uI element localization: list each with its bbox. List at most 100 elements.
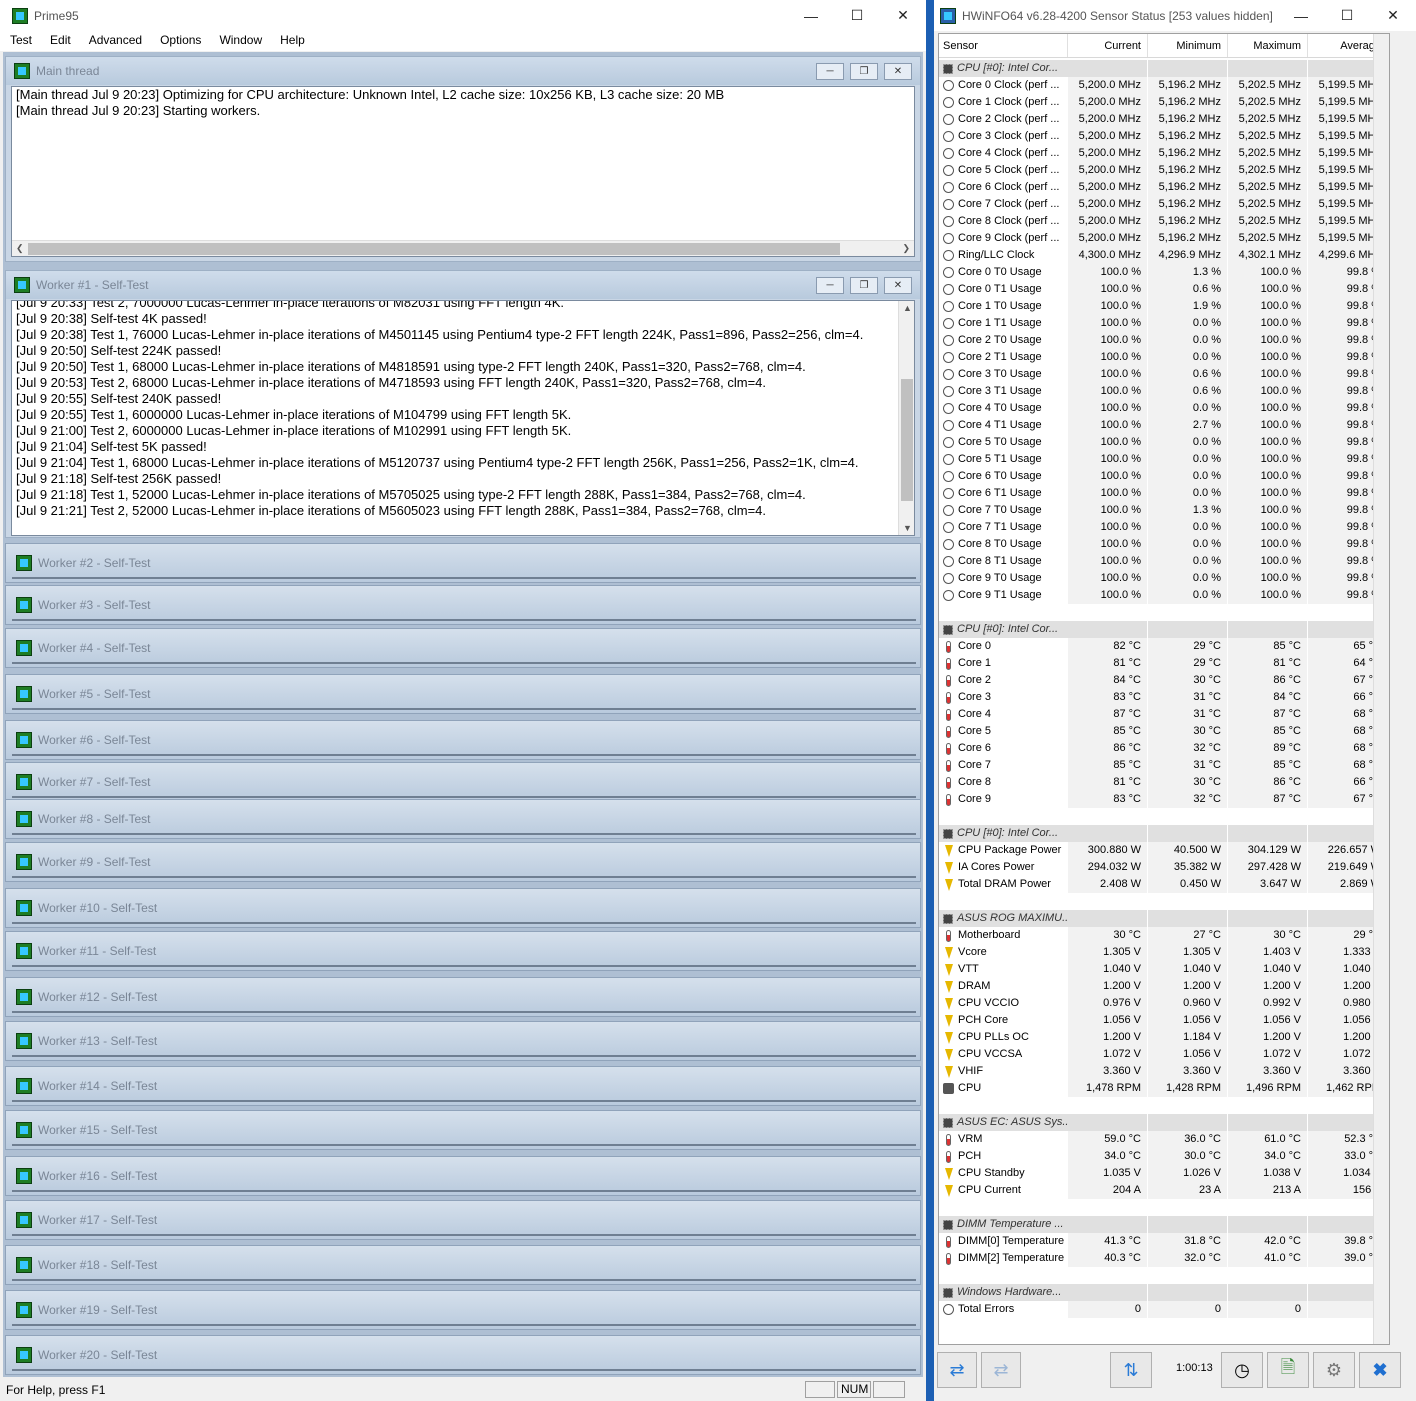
sensor-row[interactable]: Core 5 T0 Usage 100.0 % 0.0 % 100.0 % 99.8 % bbox=[939, 434, 1389, 451]
sensor-row[interactable]: Core 8 T0 Usage 100.0 % 0.0 % 100.0 % 99.8 % bbox=[939, 536, 1389, 553]
nav-arrows-disabled-icon[interactable]: ⇄ bbox=[981, 1352, 1021, 1388]
worker-7-bar[interactable]: Worker #7 - Self-Test bbox=[5, 762, 921, 802]
col-sensor[interactable]: Sensor bbox=[939, 34, 1068, 57]
sensor-row[interactable]: Core 1 T1 Usage 100.0 % 0.0 % 100.0 % 99.8 % bbox=[939, 315, 1389, 332]
sensor-row[interactable]: Ring/LLC Clock 4,300.0 MHz 4,296.9 MHz 4,30… bbox=[939, 247, 1389, 264]
sensor-row[interactable]: Core 0 82 °C 29 °C 85 °C 65 °C bbox=[939, 638, 1389, 655]
col-minimum[interactable]: Minimum bbox=[1148, 34, 1228, 57]
sensor-row[interactable]: DIMM[2] Temperature 40.3 °C 32.0 °C 41.0 °C… bbox=[939, 1250, 1389, 1267]
worker-14-bar[interactable]: Worker #14 - Self-Test bbox=[5, 1066, 921, 1106]
sensor-row[interactable]: CPU PLLs OC 1.200 V 1.184 V 1.200 V 1.200 V bbox=[939, 1029, 1389, 1046]
sensor-row[interactable]: Core 3 T1 Usage 100.0 % 0.6 % 100.0 % 99.8 % bbox=[939, 383, 1389, 400]
sensor-row[interactable]: CPU Current 204 A 23 A 213 A 156 A bbox=[939, 1182, 1389, 1199]
worker-6-bar[interactable]: Worker #6 - Self-Test bbox=[5, 720, 921, 760]
sensor-row[interactable]: Core 7 T0 Usage 100.0 % 1.3 % 100.0 % 99.8 % bbox=[939, 502, 1389, 519]
minimize-button[interactable]: — bbox=[1278, 0, 1324, 31]
vertical-scrollbar[interactable] bbox=[1373, 34, 1389, 1344]
worker-15-bar[interactable]: Worker #15 - Self-Test bbox=[5, 1110, 921, 1150]
maximize-button[interactable]: ☐ bbox=[1324, 0, 1370, 31]
close-button[interactable]: ✕ bbox=[880, 0, 926, 31]
sensor-row[interactable]: Core 8 T1 Usage 100.0 % 0.0 % 100.0 % 99.8 % bbox=[939, 553, 1389, 570]
sensor-row[interactable]: Core 1 81 °C 29 °C 81 °C 64 °C bbox=[939, 655, 1389, 672]
sensor-row[interactable]: Core 5 Clock (perf ... 5,200.0 MHz 5,196.2… bbox=[939, 162, 1389, 179]
menu-window[interactable]: Window bbox=[209, 31, 270, 51]
worker-17-bar[interactable]: Worker #17 - Self-Test bbox=[5, 1200, 921, 1240]
sensor-row[interactable]: Core 3 Clock (perf ... 5,200.0 MHz 5,196.2… bbox=[939, 128, 1389, 145]
sensor-row[interactable]: Core 5 T1 Usage 100.0 % 0.0 % 100.0 % 99.8 % bbox=[939, 451, 1389, 468]
scroll-left-icon[interactable]: ❮ bbox=[16, 243, 24, 254]
settings-gear-icon[interactable]: ⚙ bbox=[1313, 1352, 1355, 1388]
minimize-button[interactable]: — bbox=[788, 0, 834, 31]
child-close-button[interactable]: ✕ bbox=[884, 62, 912, 80]
worker-10-bar[interactable]: Worker #10 - Self-Test bbox=[5, 888, 921, 928]
sensor-row[interactable]: Core 7 Clock (perf ... 5,200.0 MHz 5,196.2… bbox=[939, 196, 1389, 213]
sensor-row[interactable]: Total DRAM Power 2.408 W 0.450 W 3.647 W 2.8… bbox=[939, 876, 1389, 893]
nav-arrows-icon[interactable]: ⇄ bbox=[937, 1352, 977, 1388]
network-icon[interactable]: ⇅ bbox=[1110, 1352, 1152, 1388]
menu-help[interactable]: Help bbox=[270, 31, 313, 51]
worker-11-bar[interactable]: Worker #11 - Self-Test bbox=[5, 931, 921, 971]
sensor-row[interactable]: Core 2 84 °C 30 °C 86 °C 67 °C bbox=[939, 672, 1389, 689]
sensor-row[interactable]: Core 4 87 °C 31 °C 87 °C 68 °C bbox=[939, 706, 1389, 723]
sensor-row[interactable]: Core 0 Clock (perf ... 5,200.0 MHz 5,196.2… bbox=[939, 77, 1389, 94]
menu-advanced[interactable]: Advanced bbox=[79, 31, 150, 51]
sensor-row[interactable]: Core 4 Clock (perf ... 5,200.0 MHz 5,196.2… bbox=[939, 145, 1389, 162]
vertical-scrollbar[interactable]: ▲ ▼ bbox=[898, 301, 914, 535]
sensor-group-row[interactable]: CPU [#0]: Intel Cor... bbox=[939, 825, 1389, 842]
sensor-row[interactable]: Core 5 85 °C 30 °C 85 °C 68 °C bbox=[939, 723, 1389, 740]
sensor-row[interactable]: Core 0 T0 Usage 100.0 % 1.3 % 100.0 % 99.8 % bbox=[939, 264, 1389, 281]
worker-4-bar[interactable]: Worker #4 - Self-Test bbox=[5, 628, 921, 668]
sensor-group-row[interactable]: CPU [#0]: Intel Cor... bbox=[939, 60, 1389, 77]
sensor-group-row[interactable]: DIMM Temperature ... bbox=[939, 1216, 1389, 1233]
prime95-titlebar[interactable]: Prime95 — ☐ ✕ bbox=[0, 0, 926, 31]
sensor-row[interactable]: Core 6 T0 Usage 100.0 % 0.0 % 100.0 % 99.8 % bbox=[939, 468, 1389, 485]
main-thread-titlebar[interactable]: Main thread ─ ❐ ✕ bbox=[6, 57, 920, 85]
sensor-row[interactable]: Core 1 T0 Usage 100.0 % 1.9 % 100.0 % 99.8 % bbox=[939, 298, 1389, 315]
sensor-row[interactable]: Core 8 Clock (perf ... 5,200.0 MHz 5,196.2… bbox=[939, 213, 1389, 230]
sensor-row[interactable]: Core 2 T0 Usage 100.0 % 0.0 % 100.0 % 99.8 % bbox=[939, 332, 1389, 349]
col-maximum[interactable]: Maximum bbox=[1228, 34, 1308, 57]
sensor-row[interactable]: Core 2 T1 Usage 100.0 % 0.0 % 100.0 % 99.8 % bbox=[939, 349, 1389, 366]
scroll-thumb[interactable] bbox=[901, 379, 913, 501]
horizontal-scrollbar[interactable]: ❮ ❯ bbox=[12, 240, 914, 256]
menu-test[interactable]: Test bbox=[0, 31, 40, 51]
worker-8-bar[interactable]: Worker #8 - Self-Test bbox=[5, 799, 921, 839]
sensor-row[interactable]: Core 9 T0 Usage 100.0 % 0.0 % 100.0 % 99.8 % bbox=[939, 570, 1389, 587]
worker-5-bar[interactable]: Worker #5 - Self-Test bbox=[5, 674, 921, 714]
close-button[interactable]: ✕ bbox=[1370, 0, 1416, 31]
worker-13-bar[interactable]: Worker #13 - Self-Test bbox=[5, 1021, 921, 1061]
scroll-down-icon[interactable]: ▼ bbox=[903, 523, 912, 533]
sensor-row[interactable]: Core 6 Clock (perf ... 5,200.0 MHz 5,196.2… bbox=[939, 179, 1389, 196]
sensor-row[interactable]: Core 9 Clock (perf ... 5,200.0 MHz 5,196.2… bbox=[939, 230, 1389, 247]
worker-20-bar[interactable]: Worker #20 - Self-Test bbox=[5, 1335, 921, 1375]
sensor-row[interactable]: Core 8 81 °C 30 °C 86 °C 66 °C bbox=[939, 774, 1389, 791]
menu-options[interactable]: Options bbox=[150, 31, 209, 51]
worker1-titlebar[interactable]: Worker #1 - Self-Test ─ ❐ ✕ bbox=[6, 271, 920, 299]
sensor-group-row[interactable]: CPU [#0]: Intel Cor... bbox=[939, 621, 1389, 638]
worker-3-bar[interactable]: Worker #3 - Self-Test bbox=[5, 585, 921, 625]
col-current[interactable]: Current bbox=[1068, 34, 1148, 57]
sensor-row[interactable]: CPU Package Power 300.880 W 40.500 W 304.12… bbox=[939, 842, 1389, 859]
sensor-row[interactable]: Core 6 T1 Usage 100.0 % 0.0 % 100.0 % 99.8 % bbox=[939, 485, 1389, 502]
scroll-up-icon[interactable]: ▲ bbox=[903, 303, 912, 313]
worker-9-bar[interactable]: Worker #9 - Self-Test bbox=[5, 842, 921, 882]
sensor-row[interactable]: Vcore 1.305 V 1.305 V 1.403 V 1.333 V bbox=[939, 944, 1389, 961]
sensor-table[interactable]: Sensor Current Minimum Maximum Average C… bbox=[938, 33, 1390, 1345]
sensor-row[interactable]: CPU Standby 1.035 V 1.026 V 1.038 V 1.034 V bbox=[939, 1165, 1389, 1182]
sensor-row[interactable]: Core 3 T0 Usage 100.0 % 0.6 % 100.0 % 99.8 % bbox=[939, 366, 1389, 383]
sensor-row[interactable]: VTT 1.040 V 1.040 V 1.040 V 1.040 V bbox=[939, 961, 1389, 978]
worker1-log[interactable]: [Jul 9 20:33] Test 2, 7000000 Lucas-Lehm… bbox=[11, 300, 915, 536]
sensor-row[interactable]: CPU VCCSA 1.072 V 1.056 V 1.072 V 1.072 V bbox=[939, 1046, 1389, 1063]
clock-icon[interactable]: ◷ bbox=[1221, 1352, 1263, 1388]
scroll-thumb[interactable] bbox=[28, 243, 840, 255]
worker-16-bar[interactable]: Worker #16 - Self-Test bbox=[5, 1156, 921, 1196]
sensor-row[interactable]: CPU 1,478 RPM 1,428 RPM 1,496 RPM 1,462 RPM bbox=[939, 1080, 1389, 1097]
maximize-button[interactable]: ☐ bbox=[834, 0, 880, 31]
child-close-button[interactable]: ✕ bbox=[884, 276, 912, 294]
sensor-row[interactable]: DIMM[0] Temperature 41.3 °C 31.8 °C 42.0 °C… bbox=[939, 1233, 1389, 1250]
sensor-row[interactable]: IA Cores Power 294.032 W 35.382 W 297.428 W… bbox=[939, 859, 1389, 876]
menu-edit[interactable]: Edit bbox=[40, 31, 79, 51]
main-thread-log[interactable]: [Main thread Jul 9 20:23] Optimizing for… bbox=[11, 86, 915, 257]
sensor-row[interactable]: Total Errors 0 0 0 bbox=[939, 1301, 1389, 1318]
sensor-row[interactable]: Core 3 83 °C 31 °C 84 °C 66 °C bbox=[939, 689, 1389, 706]
